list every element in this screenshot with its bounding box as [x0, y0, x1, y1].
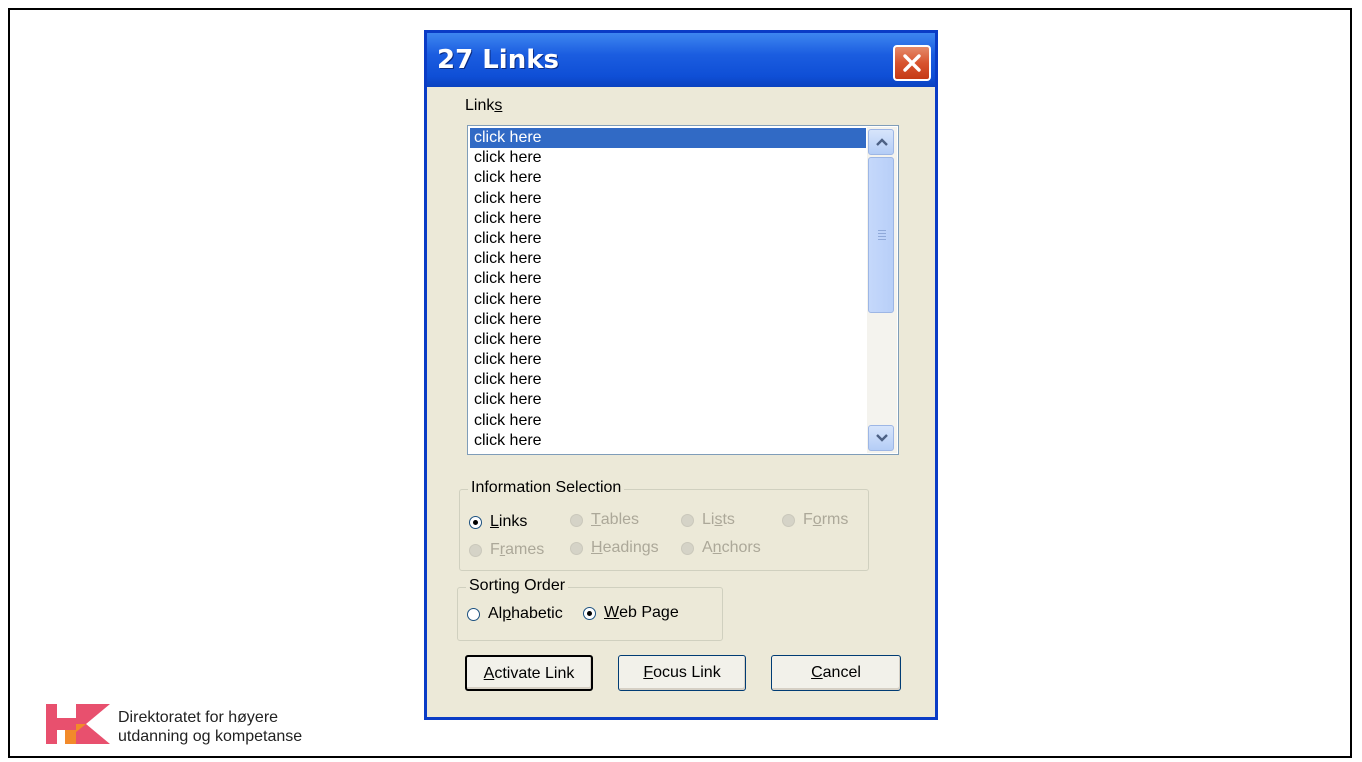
list-item[interactable]: click here [470, 148, 866, 168]
radio-indicator [782, 513, 795, 527]
list-item[interactable]: click here [470, 290, 866, 310]
links-dialog: 27 Links Links click here click here cli… [424, 30, 938, 720]
list-item[interactable]: click here [470, 229, 866, 249]
dialog-title: 27 Links [437, 45, 559, 75]
radio-indicator [469, 543, 482, 557]
list-item[interactable]: click here [470, 310, 866, 330]
radio-indicator [467, 607, 480, 621]
list-item[interactable]: click here [470, 411, 866, 431]
list-item[interactable]: click here [470, 209, 866, 229]
hkdir-logo [46, 704, 110, 744]
radio-alphabetic[interactable]: Al p habetic [467, 605, 563, 623]
organization-name: Direktoratet for høyere utdanning og kom… [118, 709, 303, 745]
cancel-button[interactable]: Cancel [771, 655, 901, 691]
links-listbox[interactable]: click here click here click here click h… [467, 125, 899, 455]
list-item[interactable]: click here [470, 168, 866, 188]
list-item[interactable]: click here [470, 390, 866, 410]
list-item[interactable]: click here [470, 350, 866, 370]
radio-indicator [583, 606, 596, 620]
scroll-down-button[interactable] [868, 425, 894, 451]
radio-headings[interactable]: Headings [570, 539, 659, 557]
radio-web-page[interactable]: Web Page [583, 604, 679, 622]
radio-frames[interactable]: Fr ames [469, 541, 544, 559]
radio-indicator [570, 513, 583, 527]
radio-indicator [681, 513, 694, 527]
information-selection-legend: Information Selection [468, 479, 625, 497]
list-item[interactable]: click here [470, 128, 866, 149]
radio-indicator [570, 541, 583, 555]
links-list-label: Links [465, 97, 503, 114]
vertical-scrollbar[interactable] [867, 127, 897, 453]
radio-links[interactable]: Links [469, 513, 527, 531]
radio-indicator [681, 541, 694, 555]
activate-link-button[interactable]: Activate Link [465, 655, 593, 691]
radio-anchors[interactable]: An chors [681, 539, 761, 557]
scroll-thumb[interactable] [868, 157, 894, 313]
list-item[interactable]: click here [470, 189, 866, 209]
title-bar[interactable]: 27 Links [427, 33, 935, 87]
chevron-down-icon [876, 434, 888, 442]
chevron-up-icon [876, 138, 888, 146]
scroll-up-button[interactable] [868, 129, 894, 155]
list-item[interactable]: click here [470, 249, 866, 269]
radio-indicator [469, 515, 482, 529]
list-item[interactable]: click here [470, 330, 866, 350]
sorting-order-legend: Sorting Order [466, 577, 569, 595]
radio-tables[interactable]: Tables [570, 511, 639, 529]
list-item[interactable]: click here [470, 431, 866, 451]
radio-lists[interactable]: Li s ts [681, 511, 735, 529]
radio-forms[interactable]: Fo rms [782, 511, 848, 529]
close-button[interactable] [893, 45, 931, 81]
close-icon [903, 54, 921, 72]
list-item[interactable]: click here [470, 269, 866, 289]
focus-link-button[interactable]: Focus Link [618, 655, 746, 691]
list-item[interactable]: click here [470, 370, 866, 390]
